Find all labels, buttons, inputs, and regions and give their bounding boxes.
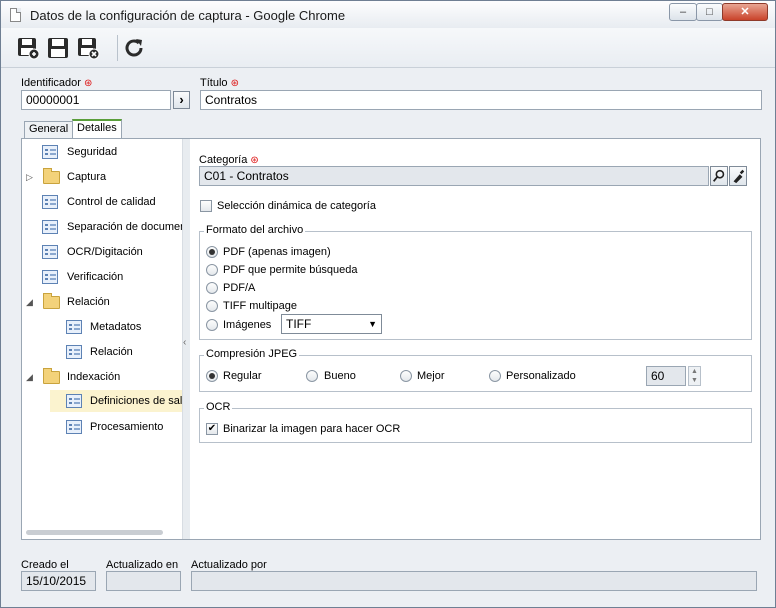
navigation-tree: Seguridad ▷ Captura Control de calidad S…: [22, 139, 182, 539]
format-pdfa-label: PDF/A: [223, 282, 256, 294]
updated-on-field: [106, 571, 181, 591]
binarize-checkbox[interactable]: ✔: [206, 423, 218, 435]
tree-item-indexacion-folder[interactable]: ◢ Indexación: [26, 366, 182, 388]
expand-arrow-icon[interactable]: ▷: [26, 166, 33, 188]
tree-item-ocr[interactable]: OCR/Digitación: [42, 241, 182, 263]
tab-detalles[interactable]: Detalles: [72, 119, 122, 138]
save-new-icon[interactable]: [16, 36, 40, 60]
form-icon: [66, 420, 82, 434]
details-content: Categoría ⊛ C01 - Contratos Selección di…: [192, 139, 760, 539]
save-close-icon[interactable]: [76, 36, 100, 60]
form-icon: [42, 245, 58, 259]
created-label: Creado el: [21, 559, 69, 571]
window-title: Datos de la configuración de captura - G…: [30, 8, 346, 23]
jpeg-bueno-radio[interactable]: [306, 370, 318, 382]
title-field[interactable]: Contratos: [200, 90, 762, 110]
jpeg-mejor-label: Mejor: [417, 370, 445, 382]
form-icon: [42, 145, 58, 159]
identifier-next-button[interactable]: ›: [173, 91, 190, 109]
jpeg-custom-value-input[interactable]: 60: [646, 366, 686, 386]
created-field: 15/10/2015: [21, 571, 96, 591]
jpeg-personalizado-label: Personalizado: [506, 370, 576, 382]
images-format-select[interactable]: TIFF ▼: [281, 314, 382, 334]
tree-item-separacion[interactable]: Separación de documer: [42, 216, 182, 238]
clear-icon[interactable]: [729, 166, 747, 186]
title-label: Título ⊛: [200, 77, 239, 89]
tree-item-seguridad[interactable]: Seguridad: [42, 141, 182, 163]
tree-item-control-calidad[interactable]: Control de calidad: [42, 191, 182, 213]
format-tiff-multipage-label: TIFF multipage: [223, 300, 297, 312]
dynamic-category-checkbox[interactable]: [200, 200, 212, 212]
maximize-button[interactable]: □: [696, 3, 723, 21]
dropdown-arrow-icon: ▼: [368, 319, 377, 329]
format-images-label: Imágenes: [223, 319, 272, 331]
jpeg-regular-label: Regular: [223, 370, 262, 382]
ocr-group: OCR ✔ Binarizar la imagen para hacer OCR: [199, 401, 752, 443]
jpeg-mejor-radio[interactable]: [400, 370, 412, 382]
tree-horizontal-scrollbar[interactable]: [26, 530, 163, 535]
refresh-icon[interactable]: [122, 36, 146, 60]
format-tiff-multipage-radio[interactable]: [206, 300, 218, 312]
folder-open-icon: [43, 368, 60, 384]
form-icon: [66, 345, 82, 359]
toolbar-separator: [117, 35, 118, 61]
jpeg-bueno-label: Bueno: [324, 370, 356, 382]
tree-item-relacion[interactable]: Relación: [66, 341, 182, 363]
tree-item-captura[interactable]: ▷ Captura: [26, 166, 182, 188]
jpeg-compression-group: Compresión JPEG Regular Bueno Mejor Pers…: [199, 348, 752, 392]
format-pdf-image-label: PDF (apenas imagen): [223, 246, 331, 258]
jpeg-regular-radio[interactable]: [206, 370, 218, 382]
form-icon: [42, 220, 58, 234]
form-icon: [66, 394, 82, 408]
category-label: Categoría ⊛: [199, 154, 259, 166]
file-format-group: Formato del archivo PDF (apenas imagen) …: [199, 224, 752, 340]
search-icon[interactable]: [710, 166, 728, 186]
form-icon: [42, 195, 58, 209]
jpeg-spinner[interactable]: ▲ ▼: [688, 366, 701, 386]
format-images-radio[interactable]: [206, 319, 218, 331]
tree-item-metadatos[interactable]: Metadatos: [66, 316, 182, 338]
tab-general[interactable]: General: [24, 121, 74, 138]
toolbar: [1, 28, 775, 68]
format-pdf-searchable-label: PDF que permite búsqueda: [223, 264, 358, 276]
updated-by-field: [191, 571, 757, 591]
format-pdfa-radio[interactable]: [206, 282, 218, 294]
save-icon[interactable]: [46, 36, 70, 60]
dynamic-category-label: Selección dinámica de categoría: [217, 200, 376, 212]
file-format-legend: Formato del archivo: [204, 224, 306, 236]
form-icon: [66, 320, 82, 334]
panel-splitter[interactable]: ‹: [182, 139, 190, 539]
updated-on-label: Actualizado en: [106, 559, 179, 571]
collapse-chevron-icon[interactable]: ‹: [183, 337, 186, 348]
updated-by-label: Actualizado por: [191, 559, 267, 571]
details-panel: Seguridad ▷ Captura Control de calidad S…: [21, 138, 761, 540]
jpeg-personalizado-radio[interactable]: [489, 370, 501, 382]
page-icon: [10, 8, 21, 22]
tree-item-verificacion[interactable]: Verificación: [42, 266, 182, 288]
ocr-legend: OCR: [204, 401, 233, 413]
form-icon: [42, 270, 58, 284]
tree-item-procesamiento[interactable]: Procesamiento: [66, 416, 182, 438]
binarize-label: Binarizar la imagen para hacer OCR: [223, 423, 401, 435]
category-field[interactable]: C01 - Contratos: [199, 166, 709, 186]
tree-item-relacion-folder[interactable]: ◢ Relación: [26, 291, 182, 313]
identifier-label: Identificador ⊛: [21, 77, 93, 89]
collapse-arrow-icon[interactable]: ◢: [26, 366, 33, 388]
folder-icon: [43, 168, 60, 184]
required-icon: ⊛: [250, 155, 259, 166]
identifier-field[interactable]: 00000001: [21, 90, 171, 110]
minimize-button[interactable]: –: [669, 3, 697, 21]
required-icon: ⊛: [230, 78, 239, 89]
folder-open-icon: [43, 293, 60, 309]
format-pdf-searchable-radio[interactable]: [206, 264, 218, 276]
tree-item-definiciones-salida[interactable]: Definiciones de sal: [50, 390, 182, 412]
title-bar: Datos de la configuración de captura - G…: [1, 1, 775, 28]
format-pdf-image-radio[interactable]: [206, 246, 218, 258]
jpeg-compression-legend: Compresión JPEG: [204, 348, 300, 360]
close-button[interactable]: ✕: [722, 3, 768, 21]
required-icon: ⊛: [84, 78, 93, 89]
collapse-arrow-icon[interactable]: ◢: [26, 291, 33, 313]
chrome-window: Datos de la configuración de captura - G…: [0, 0, 776, 608]
